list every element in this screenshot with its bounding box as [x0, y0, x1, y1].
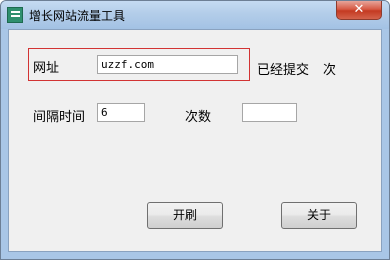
- app-icon: [7, 7, 23, 23]
- client-area: 网址 uzzf.com 已经提交 次 间隔时间 6 次数 开刷 关于: [8, 29, 382, 252]
- title-bar[interactable]: 增长网站流量工具 ✕: [1, 1, 389, 29]
- url-input[interactable]: uzzf.com: [97, 55, 238, 74]
- close-icon: ✕: [353, 2, 365, 17]
- url-label: 网址: [33, 61, 60, 76]
- window-title: 增长网站流量工具: [29, 9, 126, 23]
- count-label: 次数: [185, 110, 212, 125]
- refresh-button[interactable]: 开刷: [147, 202, 223, 229]
- interval-input[interactable]: 6: [97, 103, 145, 122]
- times-suffix-label: 次: [323, 63, 337, 78]
- app-window: 增长网站流量工具 ✕ 网址 uzzf.com 已经提交 次 间隔时间 6 次数 …: [0, 0, 390, 260]
- about-button[interactable]: 关于: [281, 202, 357, 229]
- close-button[interactable]: ✕: [336, 1, 382, 20]
- interval-label: 间隔时间: [33, 110, 86, 125]
- count-input[interactable]: [242, 103, 297, 122]
- submitted-label: 已经提交: [257, 63, 310, 78]
